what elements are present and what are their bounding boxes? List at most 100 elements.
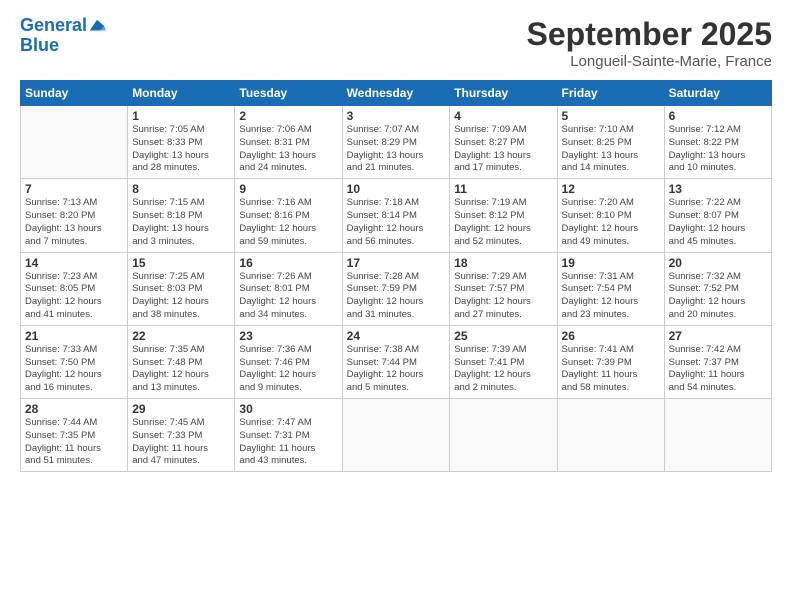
day-number: 19 xyxy=(562,256,660,270)
logo-blue-text: Blue xyxy=(20,36,106,56)
calendar-cell: 24Sunrise: 7:38 AM Sunset: 7:44 PM Dayli… xyxy=(342,325,450,398)
week-row-3: 21Sunrise: 7:33 AM Sunset: 7:50 PM Dayli… xyxy=(21,325,772,398)
calendar-cell: 2Sunrise: 7:06 AM Sunset: 8:31 PM Daylig… xyxy=(235,106,342,179)
calendar-cell: 8Sunrise: 7:15 AM Sunset: 8:18 PM Daylig… xyxy=(128,179,235,252)
day-info: Sunrise: 7:05 AM Sunset: 8:33 PM Dayligh… xyxy=(132,124,230,175)
calendar-cell: 22Sunrise: 7:35 AM Sunset: 7:48 PM Dayli… xyxy=(128,325,235,398)
weekday-header-friday: Friday xyxy=(557,81,664,106)
day-number: 11 xyxy=(454,182,552,196)
day-info: Sunrise: 7:10 AM Sunset: 8:25 PM Dayligh… xyxy=(562,124,660,175)
day-info: Sunrise: 7:09 AM Sunset: 8:27 PM Dayligh… xyxy=(454,124,552,175)
location-title: Longueil-Sainte-Marie, France xyxy=(527,53,772,70)
calendar-cell: 19Sunrise: 7:31 AM Sunset: 7:54 PM Dayli… xyxy=(557,252,664,325)
day-info: Sunrise: 7:20 AM Sunset: 8:10 PM Dayligh… xyxy=(562,197,660,248)
calendar-cell: 23Sunrise: 7:36 AM Sunset: 7:46 PM Dayli… xyxy=(235,325,342,398)
calendar-cell: 4Sunrise: 7:09 AM Sunset: 8:27 PM Daylig… xyxy=(450,106,557,179)
day-number: 20 xyxy=(669,256,767,270)
day-info: Sunrise: 7:38 AM Sunset: 7:44 PM Dayligh… xyxy=(347,344,446,395)
page: General Blue September 2025 Longueil-Sai… xyxy=(0,0,792,612)
calendar-table: SundayMondayTuesdayWednesdayThursdayFrid… xyxy=(20,80,772,472)
weekday-header-saturday: Saturday xyxy=(664,81,771,106)
day-info: Sunrise: 7:16 AM Sunset: 8:16 PM Dayligh… xyxy=(239,197,337,248)
calendar-cell: 27Sunrise: 7:42 AM Sunset: 7:37 PM Dayli… xyxy=(664,325,771,398)
week-row-2: 14Sunrise: 7:23 AM Sunset: 8:05 PM Dayli… xyxy=(21,252,772,325)
calendar-cell: 28Sunrise: 7:44 AM Sunset: 7:35 PM Dayli… xyxy=(21,399,128,472)
day-info: Sunrise: 7:07 AM Sunset: 8:29 PM Dayligh… xyxy=(347,124,446,175)
month-title: September 2025 xyxy=(527,16,772,53)
day-info: Sunrise: 7:33 AM Sunset: 7:50 PM Dayligh… xyxy=(25,344,123,395)
weekday-header-wednesday: Wednesday xyxy=(342,81,450,106)
header: General Blue September 2025 Longueil-Sai… xyxy=(20,16,772,70)
day-number: 21 xyxy=(25,329,123,343)
logo: General Blue xyxy=(20,16,106,56)
day-number: 12 xyxy=(562,182,660,196)
day-info: Sunrise: 7:26 AM Sunset: 8:01 PM Dayligh… xyxy=(239,271,337,322)
day-info: Sunrise: 7:29 AM Sunset: 7:57 PM Dayligh… xyxy=(454,271,552,322)
week-row-1: 7Sunrise: 7:13 AM Sunset: 8:20 PM Daylig… xyxy=(21,179,772,252)
calendar-cell xyxy=(342,399,450,472)
calendar-cell: 7Sunrise: 7:13 AM Sunset: 8:20 PM Daylig… xyxy=(21,179,128,252)
day-number: 27 xyxy=(669,329,767,343)
calendar-cell: 25Sunrise: 7:39 AM Sunset: 7:41 PM Dayli… xyxy=(450,325,557,398)
logo-icon xyxy=(88,17,106,35)
calendar-cell: 26Sunrise: 7:41 AM Sunset: 7:39 PM Dayli… xyxy=(557,325,664,398)
calendar-cell: 16Sunrise: 7:26 AM Sunset: 8:01 PM Dayli… xyxy=(235,252,342,325)
day-info: Sunrise: 7:22 AM Sunset: 8:07 PM Dayligh… xyxy=(669,197,767,248)
day-number: 14 xyxy=(25,256,123,270)
day-number: 24 xyxy=(347,329,446,343)
day-number: 29 xyxy=(132,402,230,416)
calendar-cell: 5Sunrise: 7:10 AM Sunset: 8:25 PM Daylig… xyxy=(557,106,664,179)
day-info: Sunrise: 7:44 AM Sunset: 7:35 PM Dayligh… xyxy=(25,417,123,468)
calendar-cell: 15Sunrise: 7:25 AM Sunset: 8:03 PM Dayli… xyxy=(128,252,235,325)
day-info: Sunrise: 7:25 AM Sunset: 8:03 PM Dayligh… xyxy=(132,271,230,322)
day-info: Sunrise: 7:47 AM Sunset: 7:31 PM Dayligh… xyxy=(239,417,337,468)
day-number: 2 xyxy=(239,109,337,123)
week-row-4: 28Sunrise: 7:44 AM Sunset: 7:35 PM Dayli… xyxy=(21,399,772,472)
day-number: 1 xyxy=(132,109,230,123)
weekday-header-row: SundayMondayTuesdayWednesdayThursdayFrid… xyxy=(21,81,772,106)
day-number: 3 xyxy=(347,109,446,123)
day-number: 18 xyxy=(454,256,552,270)
calendar-cell: 17Sunrise: 7:28 AM Sunset: 7:59 PM Dayli… xyxy=(342,252,450,325)
day-info: Sunrise: 7:28 AM Sunset: 7:59 PM Dayligh… xyxy=(347,271,446,322)
day-info: Sunrise: 7:12 AM Sunset: 8:22 PM Dayligh… xyxy=(669,124,767,175)
calendar-cell xyxy=(450,399,557,472)
day-info: Sunrise: 7:18 AM Sunset: 8:14 PM Dayligh… xyxy=(347,197,446,248)
day-number: 28 xyxy=(25,402,123,416)
day-info: Sunrise: 7:32 AM Sunset: 7:52 PM Dayligh… xyxy=(669,271,767,322)
day-number: 7 xyxy=(25,182,123,196)
day-info: Sunrise: 7:45 AM Sunset: 7:33 PM Dayligh… xyxy=(132,417,230,468)
calendar-cell: 9Sunrise: 7:16 AM Sunset: 8:16 PM Daylig… xyxy=(235,179,342,252)
day-number: 8 xyxy=(132,182,230,196)
weekday-header-sunday: Sunday xyxy=(21,81,128,106)
calendar-cell: 21Sunrise: 7:33 AM Sunset: 7:50 PM Dayli… xyxy=(21,325,128,398)
calendar-cell: 30Sunrise: 7:47 AM Sunset: 7:31 PM Dayli… xyxy=(235,399,342,472)
day-info: Sunrise: 7:39 AM Sunset: 7:41 PM Dayligh… xyxy=(454,344,552,395)
calendar-cell: 29Sunrise: 7:45 AM Sunset: 7:33 PM Dayli… xyxy=(128,399,235,472)
calendar-cell: 12Sunrise: 7:20 AM Sunset: 8:10 PM Dayli… xyxy=(557,179,664,252)
day-info: Sunrise: 7:41 AM Sunset: 7:39 PM Dayligh… xyxy=(562,344,660,395)
day-number: 25 xyxy=(454,329,552,343)
calendar-cell: 13Sunrise: 7:22 AM Sunset: 8:07 PM Dayli… xyxy=(664,179,771,252)
calendar-cell: 1Sunrise: 7:05 AM Sunset: 8:33 PM Daylig… xyxy=(128,106,235,179)
calendar-cell: 14Sunrise: 7:23 AM Sunset: 8:05 PM Dayli… xyxy=(21,252,128,325)
calendar-cell: 3Sunrise: 7:07 AM Sunset: 8:29 PM Daylig… xyxy=(342,106,450,179)
day-number: 9 xyxy=(239,182,337,196)
day-number: 5 xyxy=(562,109,660,123)
day-number: 6 xyxy=(669,109,767,123)
calendar-cell: 10Sunrise: 7:18 AM Sunset: 8:14 PM Dayli… xyxy=(342,179,450,252)
day-info: Sunrise: 7:19 AM Sunset: 8:12 PM Dayligh… xyxy=(454,197,552,248)
day-info: Sunrise: 7:42 AM Sunset: 7:37 PM Dayligh… xyxy=(669,344,767,395)
day-info: Sunrise: 7:31 AM Sunset: 7:54 PM Dayligh… xyxy=(562,271,660,322)
weekday-header-tuesday: Tuesday xyxy=(235,81,342,106)
calendar-cell: 18Sunrise: 7:29 AM Sunset: 7:57 PM Dayli… xyxy=(450,252,557,325)
day-info: Sunrise: 7:36 AM Sunset: 7:46 PM Dayligh… xyxy=(239,344,337,395)
day-number: 30 xyxy=(239,402,337,416)
day-number: 15 xyxy=(132,256,230,270)
day-number: 17 xyxy=(347,256,446,270)
weekday-header-thursday: Thursday xyxy=(450,81,557,106)
title-block: September 2025 Longueil-Sainte-Marie, Fr… xyxy=(527,16,772,70)
calendar-cell xyxy=(664,399,771,472)
calendar-cell: 6Sunrise: 7:12 AM Sunset: 8:22 PM Daylig… xyxy=(664,106,771,179)
week-row-0: 1Sunrise: 7:05 AM Sunset: 8:33 PM Daylig… xyxy=(21,106,772,179)
